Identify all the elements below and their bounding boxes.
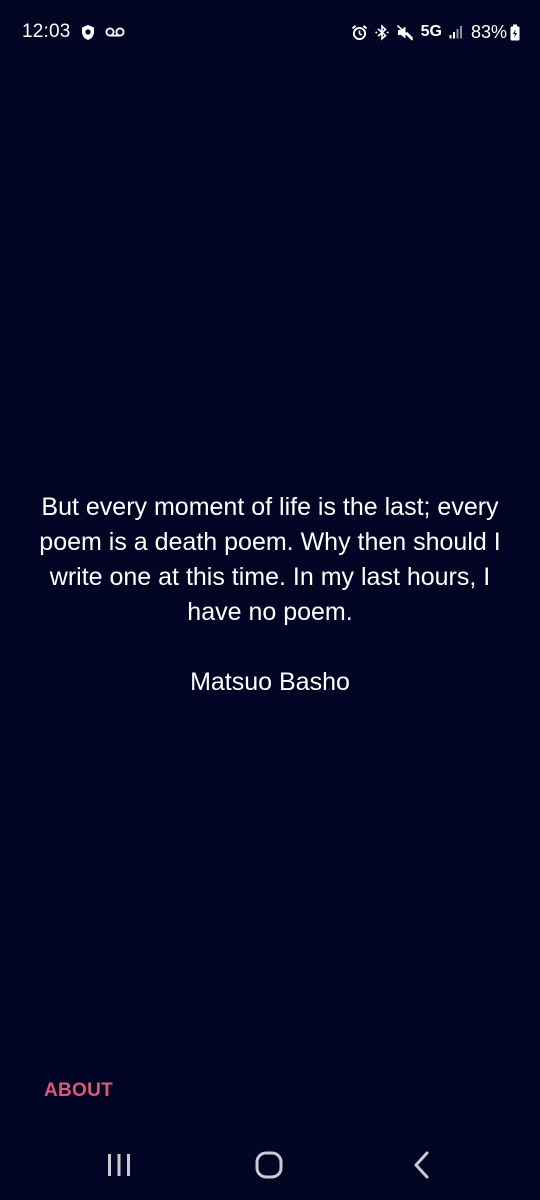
status-bar-right: 5G 83% (344, 22, 520, 43)
home-icon[interactable] (249, 1150, 289, 1180)
network-type: 5G (420, 23, 442, 40)
signal-icon (449, 25, 463, 39)
status-bar: 12:03 5G 83% (0, 0, 540, 64)
alarm-icon (351, 24, 368, 41)
quote-author: Matsuo Basho (190, 668, 350, 696)
battery-percent: 83% (470, 21, 507, 42)
app-screen: 12:03 5G 83% But every moment of life is… (0, 0, 540, 1200)
quote-block: But every moment of life is the last; ev… (30, 490, 510, 700)
voicemail-icon (105, 26, 125, 38)
clock: 12:03 (22, 21, 71, 42)
bluetooth-icon (374, 23, 389, 41)
quote-text: But every moment of life is the last; ev… (39, 493, 501, 626)
status-bar-left: 12:03 (22, 21, 125, 43)
about-button[interactable]: ABOUT (44, 1080, 113, 1102)
mute-icon (396, 24, 414, 41)
navigation-bar (0, 1130, 540, 1200)
recents-icon[interactable] (99, 1150, 139, 1180)
shield-icon (80, 24, 96, 41)
battery-icon (510, 24, 520, 41)
back-icon[interactable] (402, 1150, 442, 1180)
